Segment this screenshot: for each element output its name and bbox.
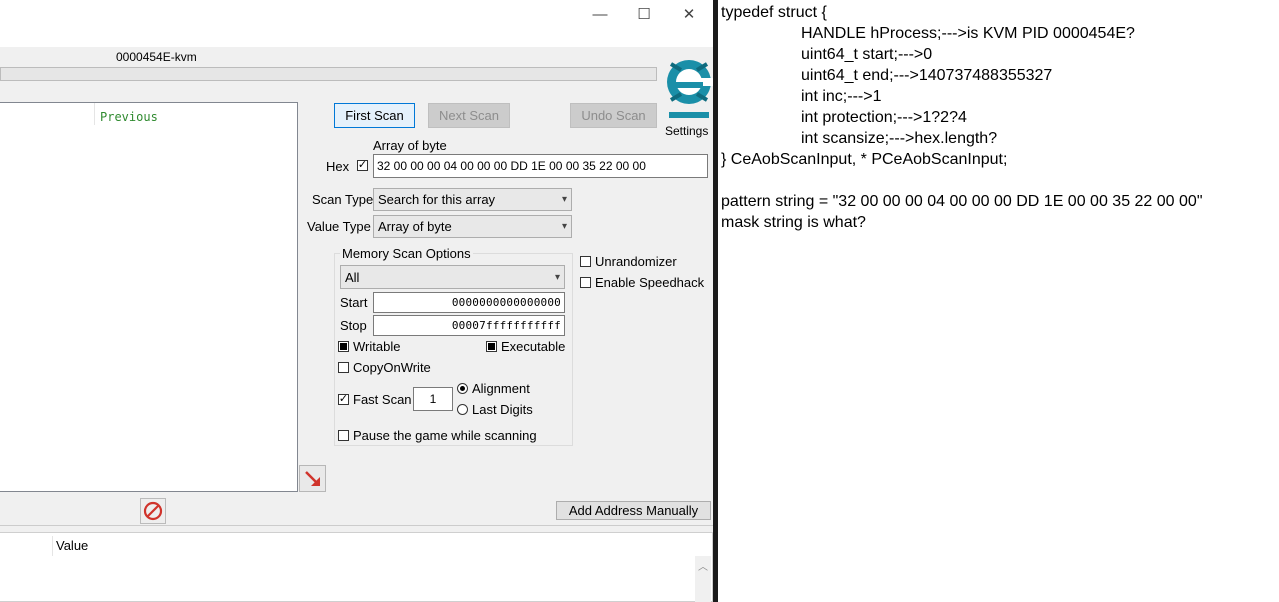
value-type-caption: Array of byte — [373, 138, 447, 153]
last-digits-label: Last Digits — [472, 402, 533, 417]
note-line: int scansize;--->hex.length? — [801, 130, 998, 147]
unrandomizer-label: Unrandomizer — [595, 254, 677, 269]
cheat-engine-logo-icon[interactable] — [663, 48, 714, 120]
fast-scan-checkbox[interactable]: ✓ — [338, 394, 349, 405]
alignment-label: Alignment — [472, 381, 530, 396]
note-line: uint64_t start;--->0 — [801, 46, 933, 63]
fast-scan-label: Fast Scan — [353, 392, 412, 407]
stop-label: Stop — [340, 318, 367, 333]
value-type-select[interactable]: Array of byte ▾ — [373, 215, 572, 238]
note-line: int inc;--->1 — [801, 88, 882, 105]
cheat-engine-window: — ☐ ✕ 0000454E-kvm Settings Previous Fir… — [0, 0, 714, 602]
start-address-input[interactable]: 0000000000000000 — [373, 292, 565, 313]
column-header-previous[interactable]: Previous — [100, 110, 158, 124]
process-title: 0000454E-kvm — [116, 50, 197, 64]
chevron-down-icon: ▾ — [561, 194, 567, 205]
address-list-scrollbar[interactable]: ︿ — [695, 556, 711, 602]
last-digits-radio[interactable] — [457, 404, 468, 415]
writable-checkbox[interactable] — [338, 341, 349, 352]
scan-progress-bar — [0, 67, 657, 81]
red-arrow-icon[interactable] — [299, 465, 326, 492]
settings-label[interactable]: Settings — [665, 124, 708, 138]
notes-panel: typedef struct { HANDLE hProcess;--->is … — [721, 0, 1277, 602]
value-type-label: Value Type — [307, 219, 371, 234]
executable-label: Executable — [501, 339, 566, 354]
note-line: int protection;--->1?2?4 — [801, 109, 967, 126]
unrandomizer-checkbox[interactable] — [580, 256, 591, 267]
alignment-radio[interactable] — [457, 383, 468, 394]
scroll-up-icon[interactable]: ︿ — [695, 558, 711, 573]
executable-checkbox[interactable] — [486, 341, 497, 352]
note-line: mask string is what? — [721, 214, 866, 231]
value-type-value: Array of byte — [378, 219, 452, 234]
enable-speedhack-label: Enable Speedhack — [595, 275, 705, 290]
note-line: uint64_t end;--->140737488355327 — [801, 67, 1053, 84]
add-address-manually-button[interactable]: Add Address Manually — [556, 501, 711, 520]
memory-region-value: All — [345, 269, 360, 285]
note-line: } CeAobScanInput, * PCeAobScanInput; — [721, 151, 1008, 168]
address-list[interactable] — [0, 532, 713, 602]
pause-game-checkbox[interactable] — [338, 430, 349, 441]
column-separator — [94, 103, 95, 125]
column-header-value[interactable]: Value — [56, 538, 88, 553]
window-divider — [713, 0, 718, 602]
enable-speedhack-checkbox[interactable] — [580, 277, 591, 288]
memory-region-select[interactable]: All ▾ — [340, 265, 565, 289]
first-scan-button[interactable]: First Scan — [334, 103, 415, 128]
fast-scan-alignment-input[interactable]: 1 — [413, 387, 453, 411]
scan-type-label: Scan Type — [312, 192, 374, 207]
note-line: pattern string = "32 00 00 00 04 00 00 0… — [721, 193, 1203, 210]
hex-label: Hex — [326, 159, 350, 174]
note-line: HANDLE hProcess;--->is KVM PID 0000454E? — [801, 25, 1135, 42]
writable-label: Writable — [353, 339, 401, 354]
scan-type-value: Search for this array — [378, 192, 496, 207]
chevron-down-icon: ▾ — [561, 221, 567, 232]
pause-game-label: Pause the game while scanning — [353, 428, 537, 443]
close-icon[interactable]: ✕ — [666, 0, 712, 28]
note-line: typedef struct { — [721, 4, 827, 21]
scan-results-list[interactable]: Previous — [0, 102, 298, 492]
next-scan-button[interactable]: Next Scan — [428, 103, 510, 128]
scan-type-select[interactable]: Search for this array ▾ — [373, 188, 572, 211]
minimize-icon[interactable]: — — [577, 0, 623, 28]
splitter[interactable] — [0, 525, 714, 531]
chevron-down-icon: ▾ — [554, 271, 560, 283]
copyonwrite-label: CopyOnWrite — [353, 360, 431, 375]
maximize-icon[interactable]: ☐ — [621, 0, 667, 28]
start-label: Start — [340, 295, 368, 310]
scan-value-input[interactable]: 32 00 00 00 04 00 00 00 DD 1E 00 00 35 2… — [373, 154, 708, 178]
column-separator — [52, 536, 53, 556]
memory-scan-options-label: Memory Scan Options — [340, 246, 473, 261]
undo-scan-button[interactable]: Undo Scan — [570, 103, 657, 128]
copyonwrite-checkbox[interactable] — [338, 362, 349, 373]
hex-checkbox[interactable]: ✓ — [357, 160, 368, 171]
stop-address-input[interactable]: 00007fffffffffff — [373, 315, 565, 336]
no-entry-icon[interactable] — [140, 498, 166, 524]
